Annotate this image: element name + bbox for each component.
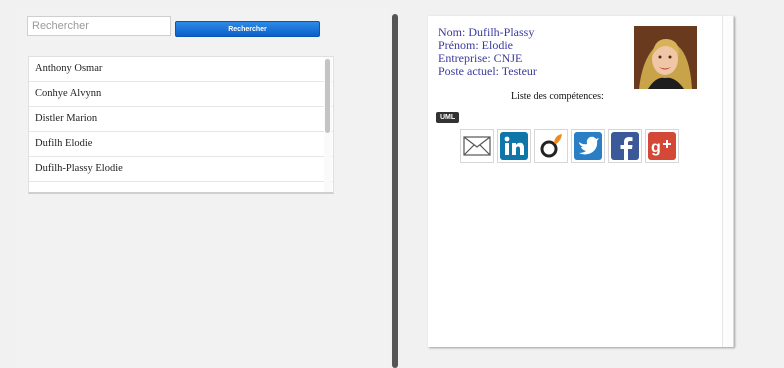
viadeo-icon[interactable]	[534, 129, 568, 163]
facebook-icon[interactable]	[608, 129, 642, 163]
linkedin-icon[interactable]	[497, 129, 531, 163]
people-list: Anthony Osmar Conhye Alvynn Distler Mari…	[28, 56, 334, 194]
pane-splitter[interactable]	[392, 14, 398, 368]
social-links: g	[460, 129, 679, 163]
skills-title: Liste des compétences:	[511, 91, 604, 102]
mail-icon[interactable]	[460, 129, 494, 163]
twitter-icon[interactable]	[571, 129, 605, 163]
list-scrollbar[interactable]	[324, 57, 332, 192]
svg-text:g: g	[651, 139, 661, 156]
profile-poste: Poste actuel: Testeur	[438, 64, 537, 78]
card-scrollbar[interactable]	[722, 16, 733, 347]
skill-badge: UML	[436, 112, 460, 123]
list-scrollbar-thumb[interactable]	[325, 59, 330, 133]
list-item[interactable]: Distler Marion	[29, 107, 333, 132]
avatar	[634, 26, 697, 89]
google-plus-icon[interactable]: g	[645, 129, 679, 163]
search-button[interactable]: Rechercher	[175, 21, 320, 37]
profile-card: Nom: Dufilh-Plassy Prénom: Elodie Entrep…	[428, 16, 734, 347]
list-item[interactable]: Dufilh Elodie	[29, 132, 333, 157]
list-item[interactable]: Dufilh-Plassy Elodie	[29, 157, 333, 182]
list-item[interactable]: Conhye Alvynn	[29, 82, 333, 107]
list-item[interactable]: Anthony Osmar	[29, 57, 333, 82]
search-input[interactable]	[27, 16, 171, 36]
